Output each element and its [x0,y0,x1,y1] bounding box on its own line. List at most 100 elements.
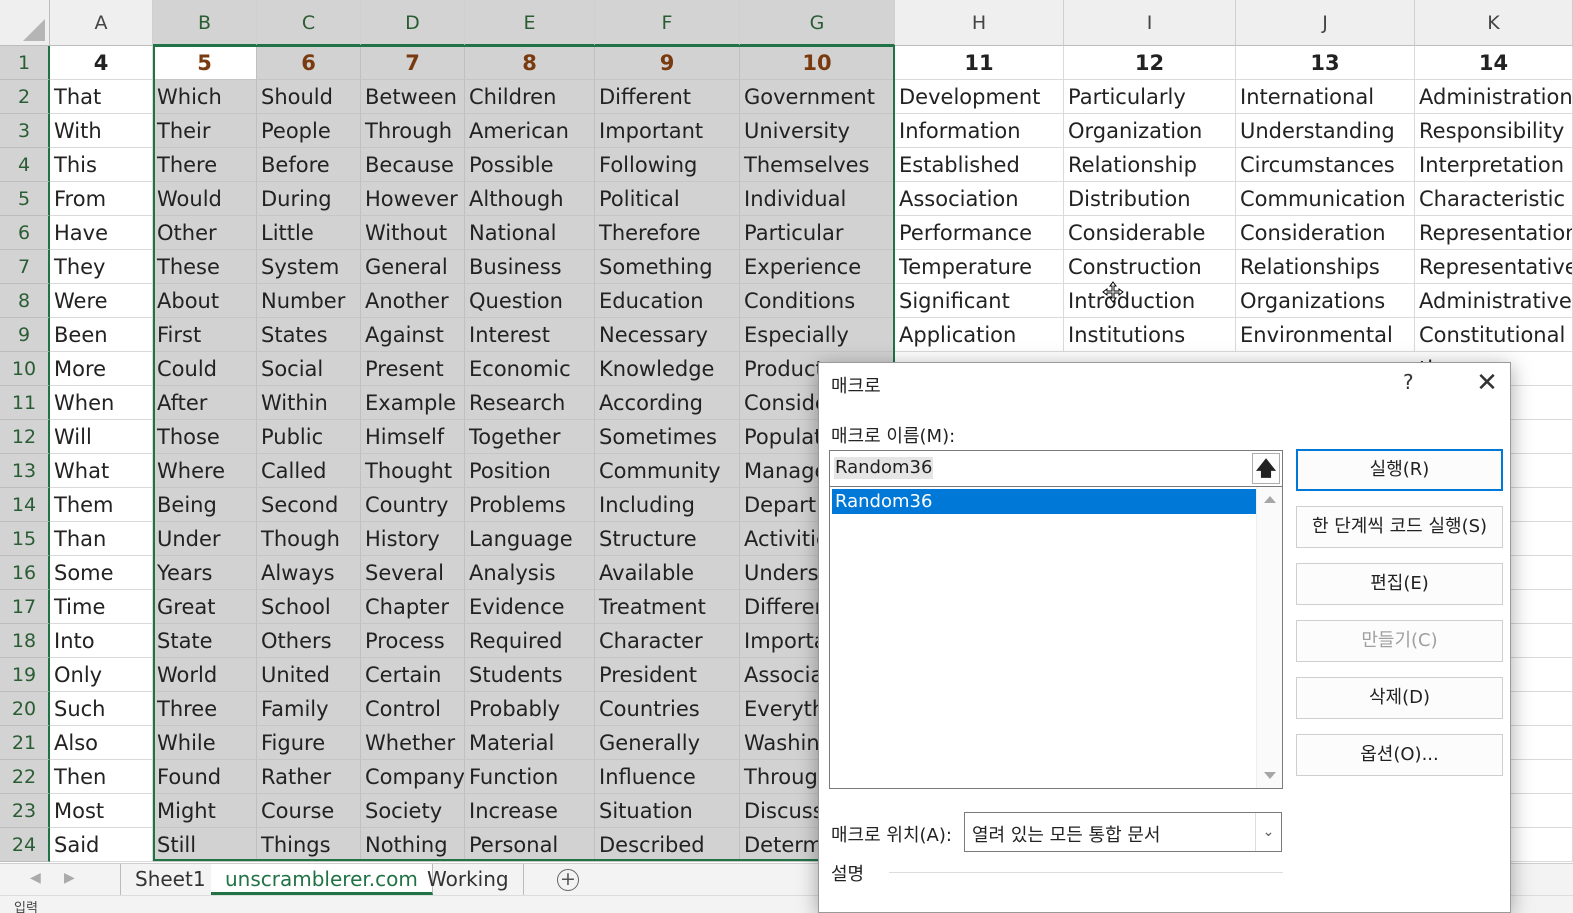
cell-b16[interactable]: Years [153,556,257,590]
close-icon[interactable]: ✕ [1467,365,1507,401]
cell-b19[interactable]: World [153,658,257,692]
cell-c2[interactable]: Should [257,80,361,114]
cell-d3[interactable]: Through [361,114,465,148]
cell-d8[interactable]: Another [361,284,465,318]
row-header-3[interactable]: 3 [0,114,50,148]
cell-d16[interactable]: Several [361,556,465,590]
row-header-15[interactable]: 15 [0,522,50,556]
cell-c18[interactable]: Others [257,624,361,658]
cell-e4[interactable]: Possible [465,148,595,182]
row-header-10[interactable]: 10 [0,352,50,386]
prev-sheet-icon[interactable]: ◀ [30,870,41,886]
row-header-19[interactable]: 19 [0,658,50,692]
cell-d19[interactable]: Certain [361,658,465,692]
cell-h6[interactable]: Performance [895,216,1064,250]
cell-j8[interactable]: Organizations [1236,284,1415,318]
cell-c4[interactable]: Before [257,148,361,182]
cell-d10[interactable]: Present [361,352,465,386]
cell-a15[interactable]: Than [50,522,153,556]
cell-b15[interactable]: Under [153,522,257,556]
cell-c8[interactable]: Number [257,284,361,318]
column-header-f[interactable]: F [595,0,740,46]
row-header-6[interactable]: 6 [0,216,50,250]
cell-d5[interactable]: However [361,182,465,216]
column-header-b[interactable]: B [153,0,257,46]
cell-c10[interactable]: Social [257,352,361,386]
next-sheet-icon[interactable]: ▶ [64,870,75,886]
cell-i4[interactable]: Relationship [1064,148,1236,182]
cell-c11[interactable]: Within [257,386,361,420]
cell-f2[interactable]: Different [595,80,740,114]
column-header-d[interactable]: D [361,0,465,46]
cell-f14[interactable]: Including [595,488,740,522]
cell-f10[interactable]: Knowledge [595,352,740,386]
cell-c15[interactable]: Though [257,522,361,556]
macro-name-input[interactable]: Random36 🡅 [829,450,1283,487]
cell-d6[interactable]: Without [361,216,465,250]
cell-f9[interactable]: Necessary [595,318,740,352]
cell-b20[interactable]: Three [153,692,257,726]
cell-a23[interactable]: Most [50,794,153,828]
cell-f22[interactable]: Influence [595,760,740,794]
cell-a3[interactable]: With [50,114,153,148]
cell-a19[interactable]: Only [50,658,153,692]
cell-i8[interactable]: Introduction [1064,284,1236,318]
cell-a9[interactable]: Been [50,318,153,352]
cell-d7[interactable]: General [361,250,465,284]
cell-h4[interactable]: Established [895,148,1064,182]
scroll-up-icon[interactable] [1264,496,1276,503]
cell-c7[interactable]: System [257,250,361,284]
list-scrollbar[interactable] [1256,487,1282,788]
cell-a13[interactable]: What [50,454,153,488]
cell-f13[interactable]: Community [595,454,740,488]
tab-unscramblerer[interactable]: unscramblerer.com [211,864,433,895]
cell-a12[interactable]: Will [50,420,153,454]
cell-a11[interactable]: When [50,386,153,420]
cell-h3[interactable]: Information [895,114,1064,148]
macro-list[interactable]: Random36 [829,486,1283,789]
cell-a17[interactable]: Time [50,590,153,624]
cell-j2[interactable]: International [1236,80,1415,114]
cell-f23[interactable]: Situation [595,794,740,828]
cell-f11[interactable]: According [595,386,740,420]
cell-b7[interactable]: These [153,250,257,284]
cell-a22[interactable]: Then [50,760,153,794]
cell-f20[interactable]: Countries [595,692,740,726]
cell-a6[interactable]: Have [50,216,153,250]
cell-e1[interactable]: 8 [465,46,595,80]
cell-d23[interactable]: Society [361,794,465,828]
cell-f3[interactable]: Important [595,114,740,148]
cell-e16[interactable]: Analysis [465,556,595,590]
cell-j9[interactable]: Environmental [1236,318,1415,352]
cell-e13[interactable]: Position [465,454,595,488]
edit-button[interactable]: 편집(E) [1296,563,1503,605]
tab-sheet1[interactable]: Sheet1 [120,864,221,895]
cell-b21[interactable]: While [153,726,257,760]
cell-f18[interactable]: Character [595,624,740,658]
row-header-11[interactable]: 11 [0,386,50,420]
tab-working[interactable]: Working [413,864,524,895]
list-item[interactable]: Random36 [832,489,1256,514]
cell-b14[interactable]: Being [153,488,257,522]
cell-g7[interactable]: Experience [740,250,895,284]
cell-e23[interactable]: Increase [465,794,595,828]
cell-b9[interactable]: First [153,318,257,352]
cell-e6[interactable]: National [465,216,595,250]
cell-d2[interactable]: Between [361,80,465,114]
cell-e3[interactable]: American [465,114,595,148]
row-header-22[interactable]: 22 [0,760,50,794]
cell-c6[interactable]: Little [257,216,361,250]
cell-h5[interactable]: Association [895,182,1064,216]
help-button[interactable]: ? [1403,370,1414,394]
cell-e8[interactable]: Question [465,284,595,318]
cell-c9[interactable]: States [257,318,361,352]
cell-d1[interactable]: 7 [361,46,465,80]
cell-i1[interactable]: 12 [1064,46,1236,80]
cell-f4[interactable]: Following [595,148,740,182]
scroll-down-icon[interactable] [1264,772,1276,779]
cell-j4[interactable]: Circumstances [1236,148,1415,182]
cell-a7[interactable]: They [50,250,153,284]
cell-e19[interactable]: Students [465,658,595,692]
cell-e22[interactable]: Function [465,760,595,794]
cell-d15[interactable]: History [361,522,465,556]
